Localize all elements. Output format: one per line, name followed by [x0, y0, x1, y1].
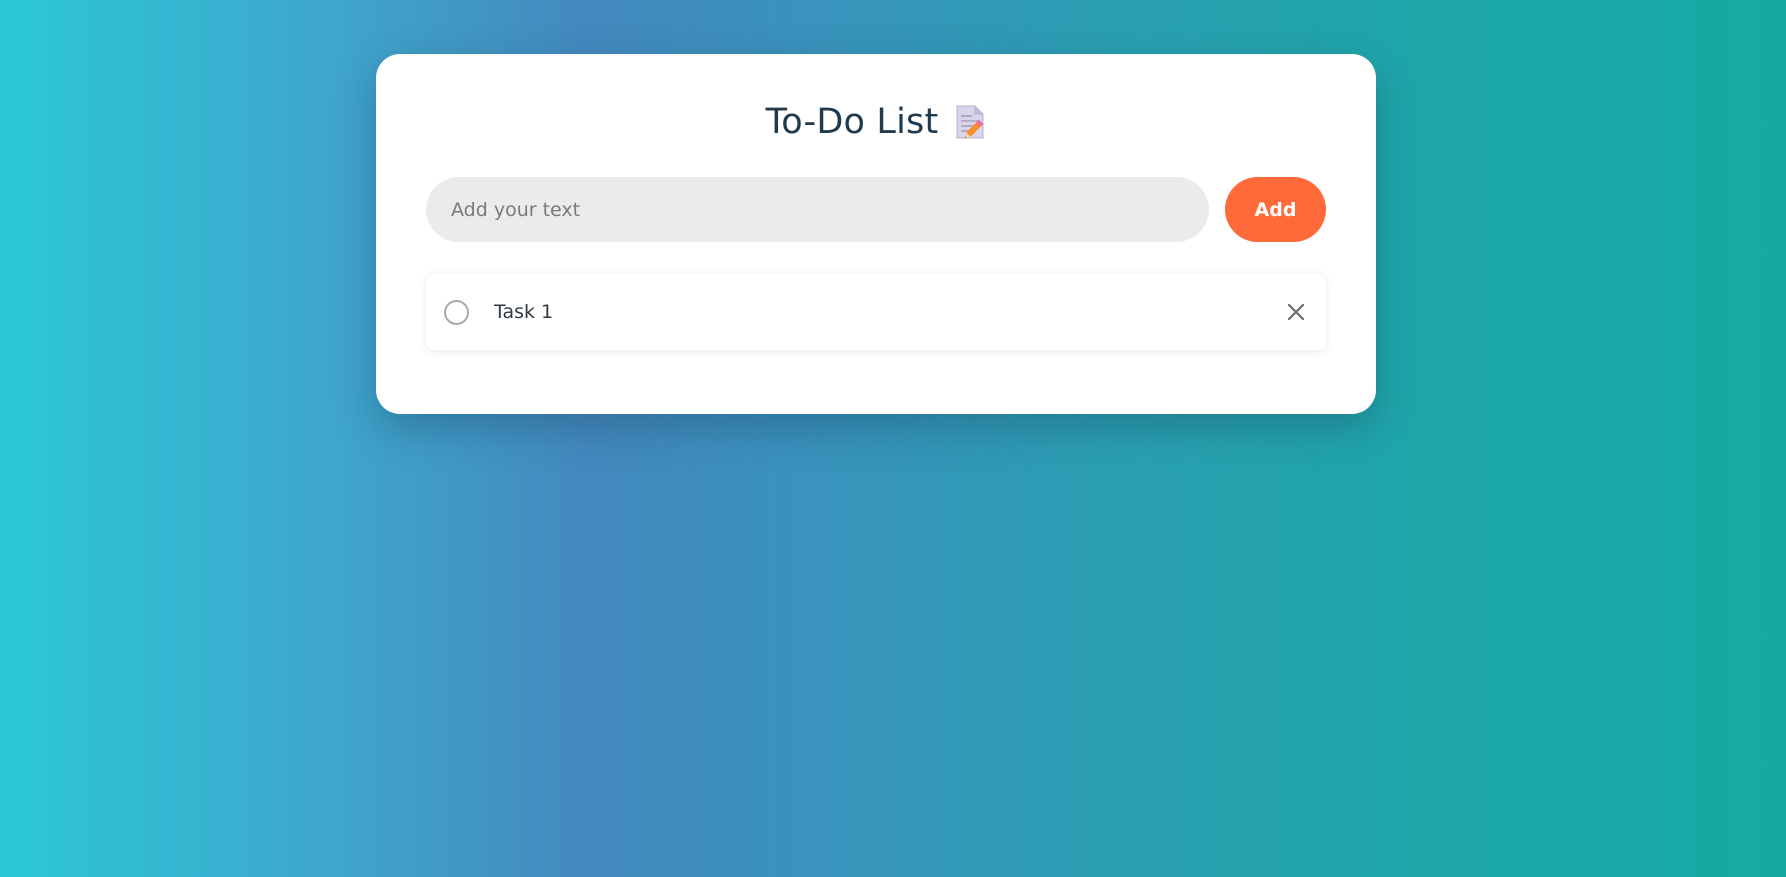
title-row: To-Do List	[376, 102, 1376, 142]
close-icon[interactable]	[1284, 300, 1308, 324]
memo-icon	[954, 104, 986, 140]
todo-card: To-Do List Add Task	[376, 54, 1376, 414]
add-task-row: Add	[426, 177, 1326, 242]
task-input[interactable]	[426, 177, 1209, 242]
task-label: Task 1	[494, 301, 554, 323]
list-item: Task 1	[426, 274, 1326, 350]
page-title: To-Do List	[765, 102, 939, 142]
checkbox-circle-icon[interactable]	[444, 299, 469, 325]
task-list: Task 1	[426, 274, 1326, 350]
add-button[interactable]: Add	[1225, 177, 1326, 242]
